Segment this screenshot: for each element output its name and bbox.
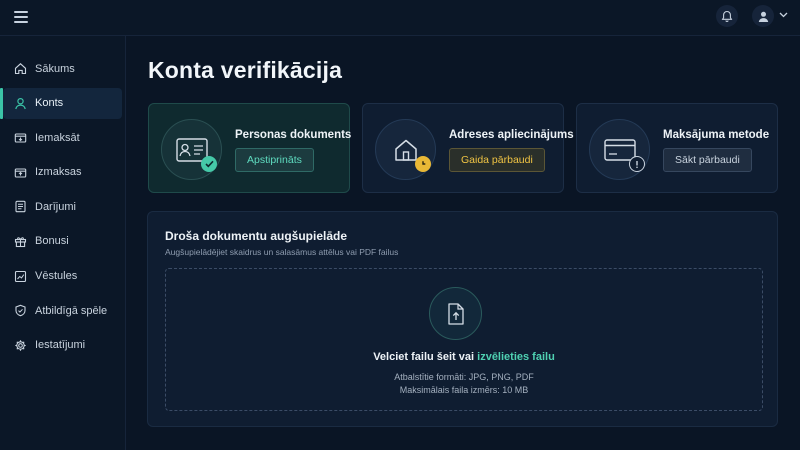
top-bar <box>0 0 800 36</box>
sidebar-item-label: Iestatījumi <box>35 339 86 352</box>
sidebar-item-label: Konts <box>35 97 64 110</box>
sidebar-item-label: Bonusi <box>35 235 69 248</box>
sidebar-item-label: Sākums <box>35 62 75 75</box>
shield-icon <box>13 304 27 318</box>
upload-panel: Droša dokumentu augšupielāde Augšupielād… <box>147 211 778 427</box>
drop-text: Velciet failu šeit vai <box>373 351 475 363</box>
supported-formats: Atbalstītie formāti: JPG, PNG, PDF <box>394 372 534 382</box>
card-title: Personas dokuments <box>235 129 352 141</box>
verification-card-payment-method: Maksājuma metode Sākt pārbaudi <box>576 103 778 193</box>
gear-icon <box>13 338 27 352</box>
choose-file-link[interactable]: izvēlieties failu <box>477 351 555 363</box>
page-title: Konta verifikācija <box>148 57 343 83</box>
drop-instruction: Velciet failu šeit vai izvēlieties failu <box>166 351 762 363</box>
wallet-out-icon <box>13 165 27 179</box>
card-title: Adreses apliecinājums <box>449 129 574 141</box>
upload-title: Droša dokumentu augšupielāde <box>165 229 348 243</box>
chart-mail-icon <box>13 269 27 283</box>
list-icon <box>13 200 27 214</box>
sidebar-item-vestules[interactable]: Vēstules <box>3 261 122 292</box>
sidebar-item-iestatijumi[interactable]: Iestatījumi <box>3 330 122 361</box>
sidebar-item-izmaksas[interactable]: Izmaksas <box>3 157 122 188</box>
card-title: Maksājuma metode <box>663 129 770 141</box>
max-file-size: Maksimālais faila izmērs: 10 MB <box>399 385 529 395</box>
check-icon <box>201 156 217 172</box>
file-dropzone[interactable]: Velciet failu šeit vai izvēlieties failu… <box>165 268 763 411</box>
sidebar-item-bonusi[interactable]: Bonusi <box>3 226 122 257</box>
chevron-down-icon[interactable] <box>779 12 788 18</box>
status-approved-button[interactable]: Apstiprināts <box>235 148 314 172</box>
sidebar-item-darijumi[interactable]: Darījumi <box>3 191 122 222</box>
clock-icon <box>415 156 431 172</box>
sidebar-item-konts[interactable]: Konts <box>0 87 122 119</box>
info-icon <box>629 156 645 172</box>
sidebar: Sākums Konts Iemaksāt Izmaksas Darījumi … <box>0 36 126 450</box>
verification-card-address-proof: Adreses apliecinājums Gaida pārbaudi <box>362 103 574 193</box>
sidebar-item-label: Darījumi <box>35 200 76 213</box>
wallet-in-icon <box>13 131 27 145</box>
sidebar-item-label: Iemaksāt <box>35 131 80 144</box>
sidebar-item-atbildiga-spele[interactable]: Atbildīgā spēle <box>3 295 122 326</box>
sidebar-item-label: Atbildīgā spēle <box>35 304 108 317</box>
user-icon <box>13 96 27 110</box>
verification-card-id-document: Personas dokuments Apstiprināts <box>148 103 352 193</box>
home-icon <box>13 62 27 76</box>
user-avatar-icon[interactable] <box>752 5 774 27</box>
sidebar-item-sakums[interactable]: Sākums <box>3 53 122 84</box>
hamburger-menu-icon[interactable] <box>14 11 28 23</box>
status-pending-button[interactable]: Gaida pārbaudi <box>449 148 545 172</box>
bell-icon[interactable] <box>716 5 738 27</box>
sidebar-item-label: Vēstules <box>35 270 78 283</box>
start-verification-button[interactable]: Sākt pārbaudi <box>663 148 752 172</box>
upload-subtitle: Augšupielādējiet skaidrus un salasāmus a… <box>165 247 399 257</box>
file-upload-icon <box>429 287 482 340</box>
gift-icon <box>13 234 27 248</box>
sidebar-item-label: Izmaksas <box>35 166 82 179</box>
sidebar-item-iemaksat[interactable]: Iemaksāt <box>3 122 122 153</box>
